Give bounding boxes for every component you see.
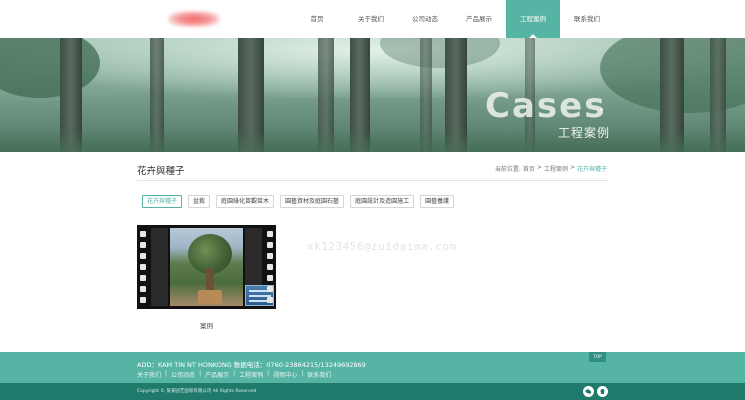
wechat-icon[interactable] bbox=[583, 386, 594, 397]
footer-links: 关于我们 | 公司动态 | 产品展示 | 工程案例 | 视频中心 | 联系我们 bbox=[137, 370, 332, 379]
nav-item-contact[interactable]: 联系我们 bbox=[560, 0, 614, 38]
main-nav: 首页 关于我们 公司动态 产品展示 工程案例 联系我们 bbox=[290, 0, 614, 38]
film-holes bbox=[265, 225, 275, 309]
nav-item-home[interactable]: 首页 bbox=[290, 0, 344, 38]
banner-subtitle: 工程案例 bbox=[558, 126, 611, 140]
breadcrumb-section[interactable]: 工程案例 bbox=[544, 164, 568, 173]
category-tab-garden-design[interactable]: 庭園設計及造園施工 bbox=[350, 195, 415, 208]
qq-icon[interactable] bbox=[597, 386, 608, 397]
category-tab-maintenance[interactable]: 園藝養護 bbox=[420, 195, 455, 208]
breadcrumb-separator: > bbox=[536, 164, 542, 171]
banner-dot bbox=[600, 108, 603, 111]
back-to-top-button[interactable]: TOP bbox=[589, 352, 606, 362]
breadcrumb-prefix: 当前位置: bbox=[494, 166, 521, 173]
category-tab-garden-materials[interactable]: 園藝資材及庭園石藝 bbox=[280, 195, 345, 208]
watermark: xk123456@zuidaima.com bbox=[307, 240, 457, 253]
footer-link-about[interactable]: 关于我们 bbox=[137, 370, 161, 379]
copyright: Copyright © 某某园艺国际有限公司 All Rights Reserv… bbox=[137, 389, 257, 394]
breadcrumb-separator: > bbox=[569, 164, 575, 171]
nav-item-about[interactable]: 关于我们 bbox=[344, 0, 398, 38]
footer-address: ADD：KAM TIN NT HONKONG 数据电话：0760-2386421… bbox=[137, 361, 366, 369]
logo[interactable] bbox=[168, 11, 220, 27]
case-photo bbox=[170, 228, 243, 306]
breadcrumb: 当前位置: 首页 > 工程案例 > 花卉與種子 bbox=[495, 164, 607, 173]
footer-link-video[interactable]: 视频中心 bbox=[273, 370, 297, 379]
film-holes bbox=[138, 225, 148, 309]
category-tabs: 花卉與種子 盆栽 庭園綠化苗觀苗木 園藝資材及庭園石藝 庭園設計及造園施工 園藝… bbox=[142, 195, 455, 208]
banner-title: Cases bbox=[485, 86, 607, 126]
category-tab-potted[interactable]: 盆栽 bbox=[188, 195, 211, 208]
nav-item-cases[interactable]: 工程案例 bbox=[506, 0, 560, 38]
nav-item-news[interactable]: 公司动态 bbox=[398, 0, 452, 38]
film-frame bbox=[151, 228, 168, 306]
footer-link-news[interactable]: 公司动态 bbox=[171, 370, 195, 379]
category-tab-flowers-seeds[interactable]: 花卉與種子 bbox=[142, 195, 183, 208]
case-card[interactable]: 案例 bbox=[137, 225, 276, 330]
breadcrumb-home[interactable]: 首页 bbox=[523, 164, 535, 173]
case-thumbnail[interactable] bbox=[137, 225, 276, 309]
footer-link-cases[interactable]: 工程案例 bbox=[239, 370, 263, 379]
case-caption[interactable]: 案例 bbox=[137, 320, 276, 330]
banner-ground bbox=[0, 130, 745, 152]
nav-item-products[interactable]: 产品展示 bbox=[452, 0, 506, 38]
breadcrumb-current[interactable]: 花卉與種子 bbox=[577, 164, 607, 173]
footer-link-contact[interactable]: 联系我们 bbox=[307, 370, 331, 379]
category-tab-landscape-trees[interactable]: 庭園綠化苗觀苗木 bbox=[216, 195, 275, 208]
hero-banner: Cases 工程案例 bbox=[0, 38, 745, 152]
site-header: 首页 关于我们 公司动态 产品展示 工程案例 联系我们 bbox=[0, 0, 745, 38]
footer-link-products[interactable]: 产品展示 bbox=[205, 370, 229, 379]
footer-bottom-bar bbox=[0, 383, 745, 400]
page-title: 花卉與種子 bbox=[137, 166, 185, 177]
footer bbox=[0, 352, 745, 383]
divider bbox=[137, 180, 608, 181]
